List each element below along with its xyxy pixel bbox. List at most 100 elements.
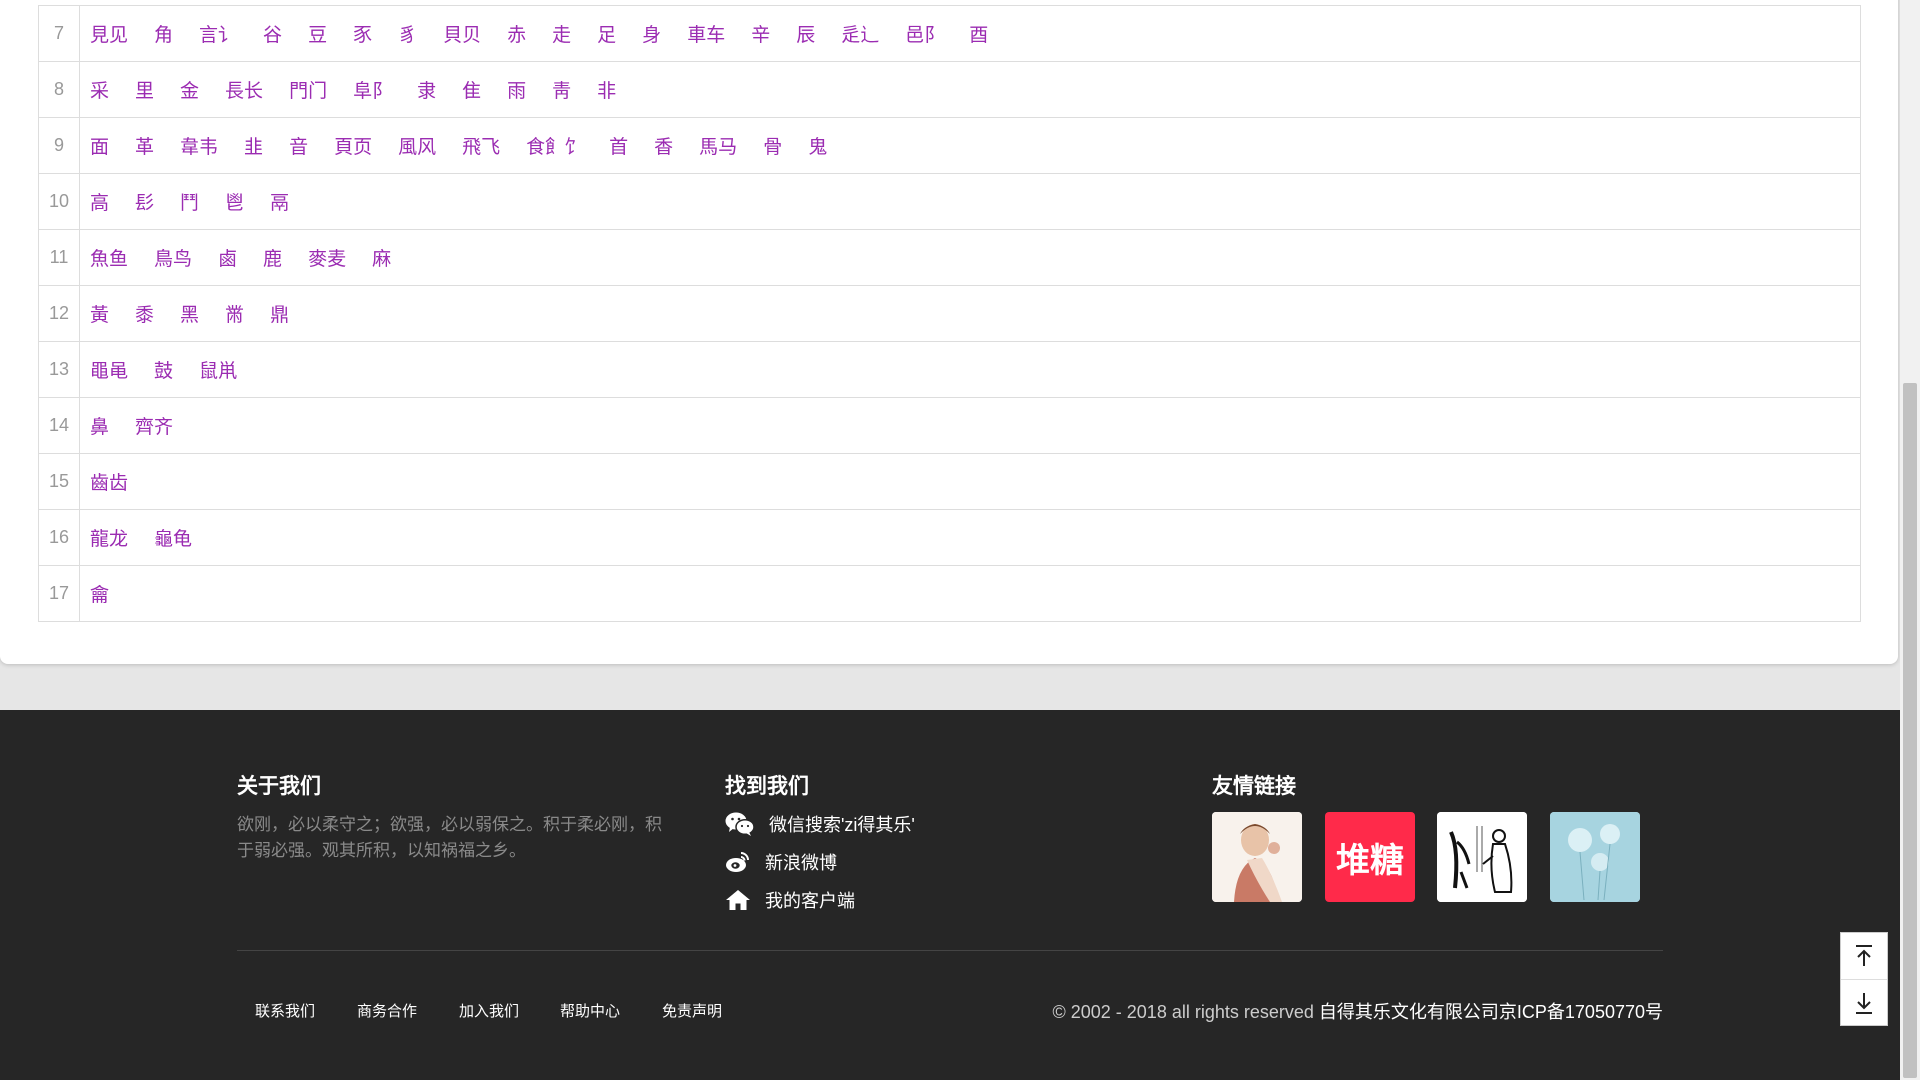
radical-link[interactable]: 龠	[90, 580, 109, 607]
radical-link[interactable]: 黃	[90, 300, 109, 327]
radical-link[interactable]: 鼎	[270, 300, 289, 327]
stroke-count: 16	[38, 509, 80, 566]
radical-link[interactable]: 黍	[135, 300, 154, 327]
radical-row: 13 黽黾鼓鼠鼡	[38, 341, 1861, 398]
radical-link[interactable]: 辛	[751, 20, 770, 47]
radical-link[interactable]: 革	[135, 132, 154, 159]
radical-link[interactable]: 麥麦	[308, 244, 346, 271]
radical-link[interactable]: 飛飞	[462, 132, 500, 159]
radical-link[interactable]: 髟	[135, 188, 154, 215]
radical-link[interactable]: 鬥	[180, 188, 199, 215]
radical-link[interactable]: 車车	[687, 20, 725, 47]
radical-link[interactable]: 隹	[462, 76, 481, 103]
radical-link[interactable]: 食飠饣	[526, 132, 583, 159]
radical-link[interactable]: 黽黾	[90, 356, 128, 383]
radical-link[interactable]: 鼻	[90, 412, 109, 439]
radical-link[interactable]: 豸	[398, 20, 417, 47]
copyright-prefix: © 2002 - 2018 all rights reserved	[1052, 1002, 1314, 1022]
client-text: 我的客户端	[765, 891, 855, 911]
radical-link[interactable]: 邑阝	[905, 20, 943, 47]
weibo-link[interactable]: 新浪微博	[725, 849, 837, 875]
radical-link[interactable]: 角	[154, 20, 173, 47]
radical-link[interactable]: 酉	[969, 20, 988, 47]
radical-list: 齒齿	[79, 453, 1861, 510]
client-link[interactable]: 我的客户端	[725, 887, 855, 913]
radical-link[interactable]: 麻	[372, 244, 391, 271]
stroke-count: 13	[38, 341, 80, 398]
radical-link[interactable]: 香	[654, 132, 673, 159]
about-text: 欲刚，必以柔守之；欲强，必以弱保之。积于柔必刚，积于弱必强。观其所积，以知祸福之…	[237, 815, 662, 860]
radical-link[interactable]: 谷	[263, 20, 282, 47]
radical-link[interactable]: 齒齿	[90, 468, 128, 495]
radical-link[interactable]: 雨	[507, 76, 526, 103]
radical-link[interactable]: 辰	[796, 20, 815, 47]
radical-link[interactable]: 非	[597, 76, 616, 103]
radical-link[interactable]: 面	[90, 132, 109, 159]
dandelion-icon	[1550, 812, 1640, 902]
radical-link[interactable]: 韭	[244, 132, 263, 159]
radical-link[interactable]: 鹵	[218, 244, 237, 271]
radical-link[interactable]: 長长	[225, 76, 263, 103]
footer-link-help[interactable]: 帮助中心	[560, 1000, 620, 1021]
radical-link[interactable]: 首	[609, 132, 628, 159]
wechat-link[interactable]: 微信搜索'zi得其乐'	[725, 811, 915, 837]
radical-link[interactable]: 豕	[353, 20, 372, 47]
arrow-down-to-line-icon	[1856, 992, 1872, 1014]
radical-link[interactable]: 黹	[225, 300, 244, 327]
radical-link[interactable]: 靑	[552, 76, 571, 103]
scroll-to-top-button[interactable]	[1841, 933, 1887, 979]
scroll-to-bottom-button[interactable]	[1841, 979, 1887, 1025]
radical-link[interactable]: 金	[180, 76, 199, 103]
stroke-count: 15	[38, 453, 80, 510]
footer-link-disclaimer[interactable]: 免责声明	[662, 1000, 722, 1021]
radical-link[interactable]: 豆	[308, 20, 327, 47]
radical-link[interactable]: 頁页	[334, 132, 372, 159]
friend-link-4[interactable]	[1550, 812, 1640, 902]
radical-link[interactable]: 鬯	[225, 188, 244, 215]
radical-link[interactable]: 鼓	[154, 356, 173, 383]
radical-link[interactable]: 鼠鼡	[199, 356, 237, 383]
radical-link[interactable]: 言讠	[199, 20, 237, 47]
radical-link[interactable]: 貝贝	[443, 20, 481, 47]
radical-link[interactable]: 鹿	[263, 244, 282, 271]
radical-table: 7 見见角言讠谷豆豕豸貝贝赤走足身車车辛辰辵辶 邑阝酉 8 采里金長长 門门 阜阝隶隹雨靑非…	[38, 5, 1861, 622]
radical-link[interactable]: 身	[642, 20, 661, 47]
radical-link[interactable]: 辵辶	[841, 20, 879, 47]
friend-link-3[interactable]	[1437, 812, 1527, 902]
scroll-buttons	[1840, 932, 1888, 1026]
friend-links-title: 友情链接	[1212, 775, 1296, 798]
radical-link[interactable]: 見见	[90, 20, 128, 47]
radical-link[interactable]: 齊齐	[135, 412, 173, 439]
radical-row: 16 龍龙 龜龟	[38, 509, 1861, 566]
radical-link[interactable]: 風风	[398, 132, 436, 159]
radical-link[interactable]: 鬼	[808, 132, 827, 159]
radical-link[interactable]: 門门	[289, 76, 327, 103]
radical-link[interactable]: 里	[135, 76, 154, 103]
radical-link[interactable]: 龜龟	[154, 524, 192, 551]
footer-link-contact[interactable]: 联系我们	[255, 1000, 315, 1021]
radical-link[interactable]: 隶	[417, 76, 436, 103]
scrollbar-thumb[interactable]	[1903, 383, 1917, 1078]
radical-link[interactable]: 采	[90, 76, 109, 103]
radical-link[interactable]: 韋韦	[180, 132, 218, 159]
vertical-scrollbar[interactable]	[1900, 0, 1920, 1080]
radical-link[interactable]: 黑	[180, 300, 199, 327]
radical-link[interactable]: 走	[552, 20, 571, 47]
radical-link[interactable]: 馬马	[699, 132, 737, 159]
radical-link[interactable]: 鳥鸟	[154, 244, 192, 271]
radical-link[interactable]: 高	[90, 188, 109, 215]
footer-link-join[interactable]: 加入我们	[459, 1000, 519, 1021]
radical-link[interactable]: 足	[597, 20, 616, 47]
radical-link[interactable]: 音	[289, 132, 308, 159]
radical-list: 龍龙 龜龟	[79, 509, 1861, 566]
radical-link[interactable]: 阜阝	[353, 76, 391, 103]
footer-link-business[interactable]: 商务合作	[357, 1000, 417, 1021]
radical-link[interactable]: 鬲	[270, 188, 289, 215]
radical-table-card: 7 見见角言讠谷豆豕豸貝贝赤走足身車车辛辰辵辶 邑阝酉 8 采里金長长 門门 阜阝隶隹雨靑非…	[0, 0, 1898, 664]
friend-link-1[interactable]	[1212, 812, 1302, 902]
radical-link[interactable]: 龍龙	[90, 524, 128, 551]
radical-link[interactable]: 魚鱼	[90, 244, 128, 271]
friend-link-duitang[interactable]: 堆糖	[1325, 812, 1415, 902]
radical-link[interactable]: 骨	[763, 132, 782, 159]
radical-link[interactable]: 赤	[507, 20, 526, 47]
